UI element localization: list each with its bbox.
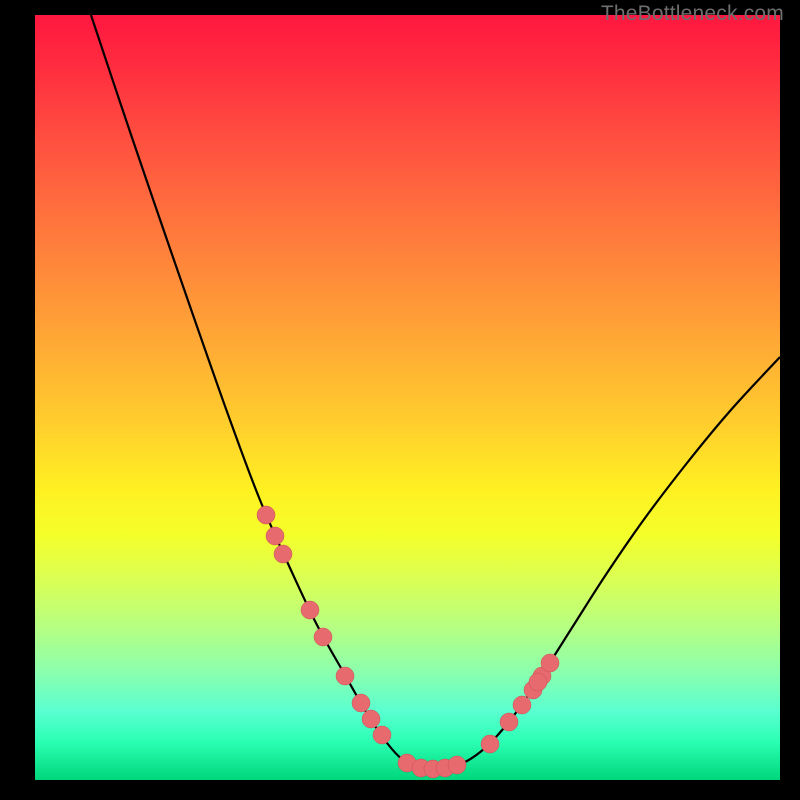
data-point bbox=[352, 694, 370, 712]
curve-markers bbox=[257, 506, 559, 778]
data-point bbox=[541, 654, 559, 672]
data-point bbox=[373, 726, 391, 744]
chart-frame: TheBottleneck.com bbox=[0, 0, 800, 800]
data-point bbox=[314, 628, 332, 646]
curve-right bbox=[435, 357, 780, 769]
data-point bbox=[362, 710, 380, 728]
data-point bbox=[500, 713, 518, 731]
bottleneck-curve bbox=[35, 15, 780, 780]
data-point bbox=[257, 506, 275, 524]
data-point bbox=[301, 601, 319, 619]
data-point bbox=[529, 673, 547, 691]
plot-area bbox=[35, 15, 780, 780]
data-point bbox=[481, 735, 499, 753]
data-point bbox=[266, 527, 284, 545]
data-point bbox=[448, 756, 466, 774]
curve-left bbox=[91, 15, 435, 769]
watermark-text: TheBottleneck.com bbox=[601, 2, 784, 26]
data-point bbox=[513, 696, 531, 714]
data-point bbox=[336, 667, 354, 685]
data-point bbox=[274, 545, 292, 563]
